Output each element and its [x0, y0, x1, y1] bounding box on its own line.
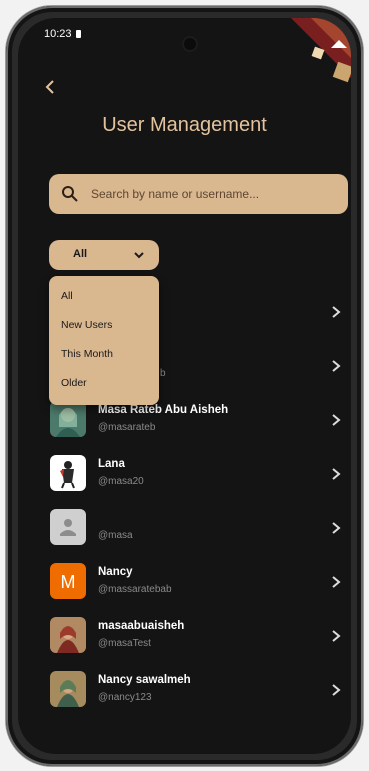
app-screen: 10:23 User Management All: [18, 18, 351, 754]
chevron-right-icon: [332, 306, 341, 318]
chevron-right-icon: [332, 468, 341, 480]
user-name: Lana: [98, 458, 125, 470]
chevron-right-icon: [332, 360, 341, 372]
menu-item-older[interactable]: Older: [49, 369, 159, 398]
avatar: [50, 617, 86, 653]
page-title: User Management: [102, 114, 267, 136]
chevron-right-icon: [332, 576, 341, 588]
user-handle-visible: b: [160, 368, 166, 379]
user-name: Masa Rateb Abu Aisheh: [98, 404, 229, 416]
filter-menu: All New Users This Month Older: [49, 276, 159, 405]
chevron-right-icon: [332, 684, 341, 696]
status-time: 10:23: [44, 28, 72, 40]
chevron-right-icon: [332, 522, 341, 534]
avatar: [50, 671, 86, 707]
user-row[interactable]: M Nancy @massaratebab: [18, 555, 351, 609]
user-placeholder-icon: [50, 509, 86, 545]
back-arrow-icon[interactable]: [42, 78, 60, 96]
chevron-right-icon: [332, 630, 341, 642]
menu-item-all[interactable]: All: [49, 282, 159, 311]
notification-icon: [76, 30, 81, 38]
avatar: [50, 509, 86, 545]
user-row[interactable]: Nancy sawalmeh @nancy123: [18, 663, 351, 717]
user-name: masaabuaisheh: [98, 620, 185, 632]
avatar: [50, 455, 86, 491]
filter-dropdown[interactable]: All: [49, 240, 159, 270]
carpet-decoration: [291, 18, 351, 83]
phone-frame: 10:23 User Management All: [6, 6, 363, 766]
user-name: Nancy: [98, 566, 133, 578]
chevron-right-icon: [332, 414, 341, 426]
user-row[interactable]: @masa: [18, 501, 351, 555]
user-row[interactable]: masaabuaisheh @masaTest: [18, 609, 351, 663]
search-icon: [62, 186, 78, 202]
user-handle: @masa: [98, 530, 133, 541]
camera-cutout: [184, 38, 196, 50]
search-bar[interactable]: [49, 174, 348, 214]
user-handle: @masa20: [98, 476, 144, 487]
search-input[interactable]: [89, 174, 339, 214]
user-handle: @masaTest: [98, 638, 151, 649]
user-handle: @massaratebab: [98, 584, 172, 595]
avatar: M: [50, 563, 86, 599]
user-name: Nancy sawalmeh: [98, 674, 191, 686]
menu-item-new-users[interactable]: New Users: [49, 311, 159, 340]
filter-selected-label: All: [73, 248, 88, 260]
user-handle: @masarateb: [98, 422, 156, 433]
chevron-down-icon: [134, 252, 144, 259]
menu-item-this-month[interactable]: This Month: [49, 340, 159, 369]
svg-text:M: M: [61, 572, 76, 592]
user-handle: @nancy123: [98, 692, 152, 703]
avatar: [50, 401, 86, 437]
user-row[interactable]: Lana @masa20: [18, 447, 351, 501]
